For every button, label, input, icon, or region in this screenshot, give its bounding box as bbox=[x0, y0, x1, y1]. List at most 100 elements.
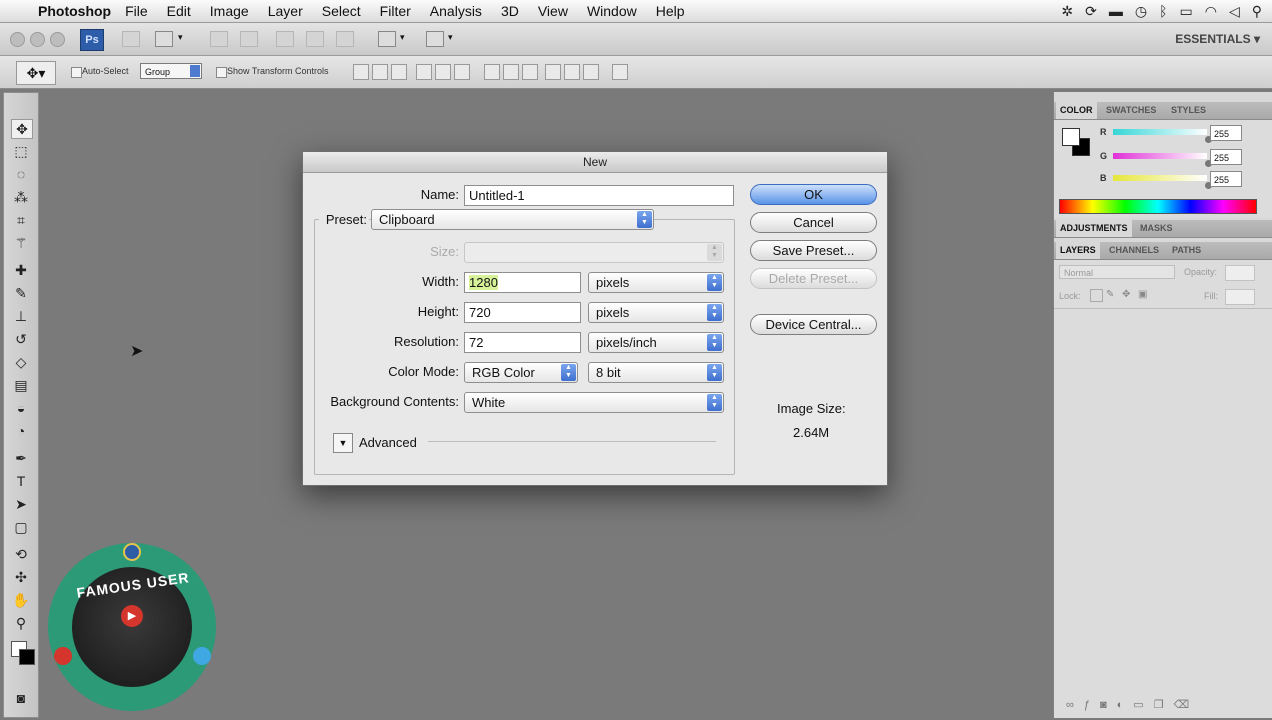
align-vcenter-icon[interactable] bbox=[372, 64, 388, 80]
brush-tool-icon[interactable]: ✎ bbox=[11, 284, 31, 302]
height-input[interactable]: 720 bbox=[464, 302, 581, 323]
time-machine-icon[interactable]: ◷ bbox=[1135, 3, 1147, 20]
width-unit-dropdown[interactable]: pixels ▲ ▼ bbox=[588, 272, 724, 293]
align-left-icon[interactable] bbox=[416, 64, 432, 80]
add-mask-icon[interactable]: ◙ bbox=[1100, 699, 1117, 711]
chevron-down-icon[interactable]: ▾ bbox=[400, 32, 405, 43]
menu-app-photoshop[interactable]: Photoshop bbox=[38, 3, 111, 19]
menu-filter[interactable]: Filter bbox=[380, 3, 411, 19]
lasso-tool-icon[interactable]: ◌ bbox=[11, 165, 31, 183]
name-input[interactable]: Untitled-1 bbox=[464, 185, 734, 206]
align-right-icon[interactable] bbox=[454, 64, 470, 80]
gradient-tool-icon[interactable]: ▤ bbox=[11, 376, 31, 394]
distribute-bottom-icon[interactable] bbox=[522, 64, 538, 80]
bluetooth-icon[interactable]: ᛒ bbox=[1159, 3, 1167, 19]
green-channel-value[interactable]: 255 bbox=[1210, 149, 1242, 165]
tab-masks[interactable]: MASKS bbox=[1140, 223, 1173, 233]
height-unit-dropdown[interactable]: pixels ▲ ▼ bbox=[588, 302, 724, 323]
blend-mode-dropdown[interactable]: Normal bbox=[1059, 265, 1175, 279]
color-spectrum-ramp[interactable] bbox=[1059, 199, 1257, 214]
tab-adjustments[interactable]: ADJUSTMENTS bbox=[1056, 220, 1132, 237]
screen-mode-icon[interactable] bbox=[426, 31, 444, 47]
tab-layers[interactable]: LAYERS bbox=[1056, 242, 1100, 259]
ok-button[interactable]: OK bbox=[750, 184, 877, 205]
align-bottom-icon[interactable] bbox=[391, 64, 407, 80]
blue-channel-value[interactable]: 255 bbox=[1210, 171, 1242, 187]
history-brush-tool-icon[interactable]: ↺ bbox=[11, 330, 31, 348]
group-icon[interactable]: ▭ bbox=[1133, 699, 1153, 711]
bridge-icon[interactable] bbox=[122, 31, 140, 47]
distribute-top-icon[interactable] bbox=[484, 64, 500, 80]
close-window-button[interactable] bbox=[10, 32, 25, 47]
opacity-field[interactable] bbox=[1225, 265, 1255, 281]
spotlight-search-icon[interactable]: ⚲ bbox=[1252, 3, 1262, 20]
lock-all-icon[interactable]: ▣ bbox=[1138, 289, 1147, 300]
save-preset-button[interactable]: Save Preset... bbox=[750, 240, 877, 261]
menu-view[interactable]: View bbox=[538, 3, 568, 19]
clone-stamp-tool-icon[interactable]: ⊥ bbox=[11, 307, 31, 325]
arrange-documents-icon[interactable] bbox=[378, 31, 396, 47]
fill-field[interactable] bbox=[1225, 289, 1255, 305]
photoshop-logo-icon[interactable]: Ps bbox=[80, 29, 104, 51]
zoom-tool-icon[interactable]: ⚲ bbox=[11, 614, 31, 632]
device-central-button[interactable]: Device Central... bbox=[750, 314, 877, 335]
preset-dropdown[interactable]: Clipboard ▲ ▼ bbox=[371, 209, 654, 230]
battery-icon[interactable]: ▭ bbox=[1180, 3, 1193, 20]
minimize-window-button[interactable] bbox=[30, 32, 45, 47]
tab-swatches[interactable]: SWATCHES bbox=[1106, 105, 1156, 115]
move-tool-icon[interactable]: ✥ bbox=[11, 119, 33, 139]
3d-rotate-tool-icon[interactable]: ⟲ bbox=[11, 545, 31, 563]
foreground-color-swatch[interactable] bbox=[1062, 128, 1080, 146]
new-layer-icon[interactable]: ❐ bbox=[1154, 699, 1174, 711]
workspace-switcher[interactable]: ESSENTIALS ▾ bbox=[1175, 32, 1260, 46]
view-extras-icon[interactable] bbox=[155, 31, 173, 47]
3d-orbit-tool-icon[interactable]: ✣ bbox=[11, 568, 31, 586]
tab-channels[interactable]: CHANNELS bbox=[1109, 245, 1159, 255]
menu-layer[interactable]: Layer bbox=[268, 3, 303, 19]
tool-preset-picker[interactable]: ✥▾ bbox=[16, 61, 56, 85]
sync-icon[interactable]: ⟳ bbox=[1085, 3, 1097, 20]
background-contents-dropdown[interactable]: White ▲ ▼ bbox=[464, 392, 724, 413]
advanced-disclosure-toggle[interactable]: ▼ bbox=[333, 433, 353, 453]
tab-styles[interactable]: STYLES bbox=[1171, 105, 1206, 115]
bit-depth-dropdown[interactable]: 8 bit ▲ ▼ bbox=[588, 362, 724, 383]
green-channel-slider[interactable] bbox=[1113, 153, 1207, 159]
menu-image[interactable]: Image bbox=[210, 3, 249, 19]
lock-pixels-icon[interactable]: ✎ bbox=[1106, 289, 1114, 300]
red-channel-value[interactable]: 255 bbox=[1210, 125, 1242, 141]
lock-position-icon[interactable]: ✥ bbox=[1122, 289, 1130, 300]
marquee-tool-icon[interactable]: ⬚ bbox=[11, 142, 31, 160]
hand-tool-icon[interactable]: ✋ bbox=[11, 591, 31, 609]
cancel-button[interactable]: Cancel bbox=[750, 212, 877, 233]
distribute-right-icon[interactable] bbox=[583, 64, 599, 80]
path-selection-tool-icon[interactable]: ➤ bbox=[11, 495, 31, 513]
pen-tool-icon[interactable]: ✒ bbox=[11, 449, 31, 467]
link-layers-icon[interactable]: ∞ bbox=[1066, 699, 1084, 711]
menu-file[interactable]: File bbox=[125, 3, 148, 19]
zoom-window-button[interactable] bbox=[50, 32, 65, 47]
align-top-icon[interactable] bbox=[353, 64, 369, 80]
blur-tool-icon[interactable]: ◒ bbox=[11, 399, 31, 417]
background-color-swatch[interactable] bbox=[19, 649, 35, 665]
shape-tool-icon[interactable]: ▢ bbox=[11, 518, 31, 536]
tab-color[interactable]: COLOR bbox=[1056, 102, 1097, 119]
magic-wand-tool-icon[interactable]: ⁂ bbox=[11, 188, 31, 206]
color-mode-dropdown[interactable]: RGB Color ▲ ▼ bbox=[464, 362, 578, 383]
chevron-down-icon[interactable]: ▾ bbox=[178, 32, 183, 43]
crop-tool-icon[interactable]: ⌗ bbox=[11, 211, 31, 229]
advanced-label[interactable]: Advanced bbox=[359, 435, 417, 450]
blue-channel-slider[interactable] bbox=[1113, 175, 1207, 181]
type-tool-icon[interactable]: T bbox=[11, 472, 31, 490]
eraser-tool-icon[interactable]: ◇ bbox=[11, 353, 31, 371]
delete-preset-button[interactable]: Delete Preset... bbox=[750, 268, 877, 289]
auto-align-layers-icon[interactable] bbox=[612, 64, 628, 80]
healing-brush-tool-icon[interactable]: ✚ bbox=[11, 261, 31, 279]
wifi-icon[interactable]: ◠ bbox=[1205, 3, 1217, 20]
distribute-hcenter-icon[interactable] bbox=[564, 64, 580, 80]
menu-3d[interactable]: 3D bbox=[501, 3, 519, 19]
menu-window[interactable]: Window bbox=[587, 3, 637, 19]
dodge-tool-icon[interactable]: ◔ bbox=[11, 422, 31, 440]
auto-select-checkbox[interactable] bbox=[71, 67, 82, 78]
distribute-left-icon[interactable] bbox=[545, 64, 561, 80]
align-hcenter-icon[interactable] bbox=[435, 64, 451, 80]
